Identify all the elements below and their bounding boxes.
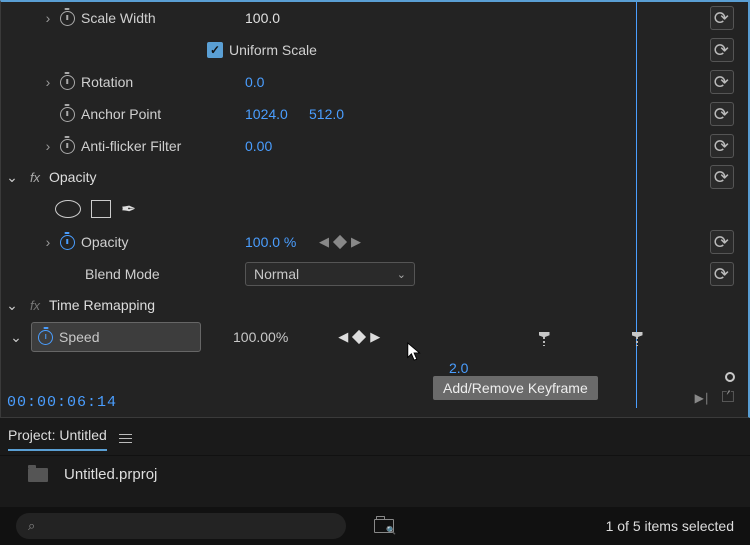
- expand-caret-icon[interactable]: ›: [39, 138, 57, 154]
- stopwatch-icon[interactable]: [38, 330, 53, 345]
- chevron-down-icon: ⌄: [397, 268, 406, 281]
- expand-caret-icon[interactable]: ›: [39, 10, 57, 26]
- keyframe-marker[interactable]: [631, 332, 643, 346]
- prop-value-anchor-y[interactable]: 512.0: [301, 106, 351, 122]
- uniform-scale-checkbox[interactable]: ✓: [207, 42, 223, 58]
- add-keyframe-icon[interactable]: [333, 235, 347, 249]
- keyframe-handle[interactable]: [725, 372, 735, 382]
- new-bin-icon[interactable]: [374, 519, 394, 533]
- prop-value-anti-flicker[interactable]: 0.00: [237, 138, 301, 154]
- next-keyframe-icon[interactable]: ▶: [370, 329, 380, 345]
- project-title[interactable]: Project: Untitled: [8, 427, 107, 451]
- keyframe-nav: ◀ ▶: [338, 329, 380, 345]
- project-panel-header: Project: Untitled: [0, 422, 750, 456]
- blend-mode-dropdown[interactable]: Normal ⌄: [245, 262, 415, 286]
- project-footer: ⌕ 1 of 5 items selected: [0, 507, 750, 545]
- expand-caret-icon[interactable]: ›: [39, 234, 57, 250]
- prop-value-rotation[interactable]: 0.0: [237, 74, 301, 90]
- speed-sub-value: 2.0: [449, 360, 468, 376]
- prop-label: Anti-flicker Filter: [77, 138, 237, 154]
- prop-label: Speed: [53, 329, 99, 345]
- prop-label: Scale Width: [77, 10, 237, 26]
- prop-label: Rotation: [77, 74, 237, 90]
- search-icon: ⌕: [28, 518, 35, 534]
- prop-value-scale-width[interactable]: 100.0: [237, 10, 301, 26]
- project-panel: Project: Untitled Untitled.prproj ⌕ 1 of…: [0, 422, 750, 545]
- project-search-input[interactable]: ⌕: [16, 513, 346, 539]
- selection-info: 1 of 5 items selected: [606, 518, 734, 534]
- next-keyframe-icon[interactable]: ▶: [351, 234, 361, 250]
- row-speed[interactable]: Speed: [31, 322, 201, 352]
- caret-down-icon[interactable]: ⌄: [1, 329, 31, 346]
- expand-caret-icon[interactable]: ›: [39, 74, 57, 90]
- stopwatch-icon[interactable]: [57, 235, 77, 250]
- stopwatch-icon[interactable]: [57, 107, 77, 122]
- effects-controls-panel: › Scale Width 100.0 ⟲ ✓ Uniform Scale ⟲ …: [0, 0, 750, 418]
- rectangle-mask-icon[interactable]: [91, 200, 111, 218]
- section-label: Opacity: [47, 169, 96, 185]
- prev-keyframe-icon[interactable]: ◀: [319, 234, 329, 250]
- uniform-scale-label: Uniform Scale: [229, 42, 317, 58]
- prop-label: Opacity: [77, 234, 237, 250]
- caret-down-icon: ⌄: [1, 169, 23, 186]
- panel-menu-icon[interactable]: [119, 434, 132, 444]
- keyframe-nav: ◀ ▶: [319, 234, 361, 250]
- pen-mask-icon[interactable]: ✒: [121, 199, 136, 220]
- project-filename[interactable]: Untitled.prproj: [64, 466, 157, 483]
- project-body: Untitled.prproj: [0, 456, 750, 483]
- fx-icon: fx: [23, 298, 47, 313]
- ellipse-mask-icon[interactable]: [55, 200, 81, 218]
- playhead-line[interactable]: [636, 2, 637, 408]
- prop-label: Anchor Point: [77, 106, 237, 122]
- prop-value-anchor-x[interactable]: 1024.0: [237, 106, 301, 122]
- project-bin-icon[interactable]: [28, 468, 48, 482]
- section-label: Time Remapping: [47, 297, 155, 313]
- stopwatch-icon[interactable]: [57, 11, 77, 26]
- dropdown-value: Normal: [254, 266, 299, 282]
- timecode-display[interactable]: 00:00:06:14: [7, 394, 117, 411]
- keyframe-marker[interactable]: [538, 332, 550, 346]
- stopwatch-icon[interactable]: [57, 139, 77, 154]
- prev-keyframe-icon[interactable]: ◀: [338, 329, 348, 345]
- caret-down-icon: ⌄: [1, 297, 23, 314]
- add-remove-keyframe-button[interactable]: [352, 330, 366, 344]
- prop-label: Blend Mode: [77, 266, 237, 282]
- stopwatch-icon[interactable]: [57, 75, 77, 90]
- prop-value-speed[interactable]: 100.00%: [209, 329, 288, 345]
- prop-value-opacity[interactable]: 100.0 %: [237, 234, 301, 250]
- mini-timeline[interactable]: [485, 2, 750, 420]
- fx-icon: fx: [23, 170, 47, 185]
